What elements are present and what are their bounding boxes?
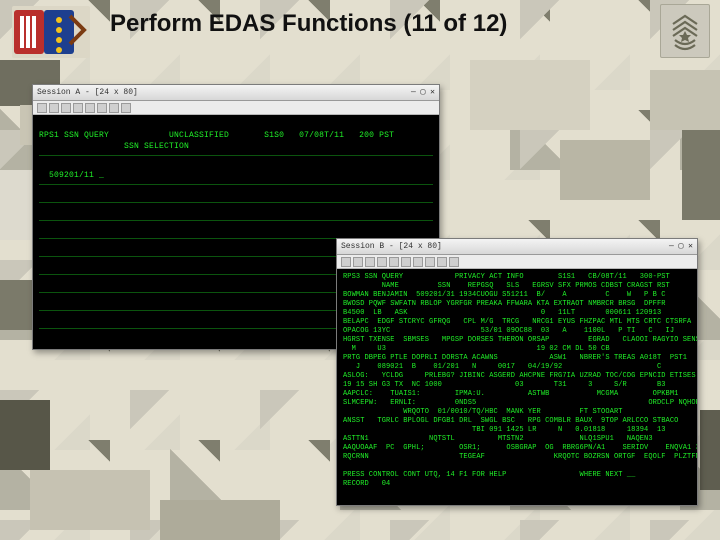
toolbar-icon[interactable] [341,257,351,267]
adjutant-general-crest [12,6,90,58]
toolbar-icon[interactable] [353,257,363,267]
toolbar-icon[interactable] [449,257,459,267]
toolbar-icon[interactable] [37,103,47,113]
toolbar-icon[interactable] [389,257,399,267]
toolbar-icon[interactable] [425,257,435,267]
window-controls[interactable]: — ▢ ✕ [669,239,693,254]
toolbar-icon[interactable] [413,257,423,267]
window-titlebar: Session B - [24 x 80] — ▢ ✕ [337,239,697,255]
t1-header-right: S1S0 07/08T/11 200 PST [264,131,394,140]
toolbar-icon[interactable] [401,257,411,267]
t1-header-left: RPS1 SSN QUERY [39,131,109,140]
toolbar-icon[interactable] [97,103,107,113]
toolbar[interactable] [33,101,439,115]
terminal-window-detail: Session B - [24 x 80] — ▢ ✕ RPS3 SSN QUE… [336,238,698,506]
toolbar-icon[interactable] [121,103,131,113]
window-title: Session B - [24 x 80] [341,239,442,254]
toolbar-icon[interactable] [49,103,59,113]
window-titlebar: Session A - [24 x 80] — ▢ ✕ [33,85,439,101]
t1-subheader: SSN SELECTION [124,142,189,151]
toolbar[interactable] [337,255,697,269]
toolbar-icon[interactable] [377,257,387,267]
t1-ssn-input[interactable]: 509201/11 _ [49,171,104,180]
terminal-screen: RPS3 SSN QUERY PRIVACY ACT INFO S1S1 CB/… [337,269,697,505]
toolbar-icon[interactable] [73,103,83,113]
rank-insignia [660,4,710,58]
t1-header-center: UNCLASSIFIED [169,131,229,140]
toolbar-icon[interactable] [61,103,71,113]
window-title: Session A - [24 x 80] [37,85,138,100]
toolbar-icon[interactable] [365,257,375,267]
slide-title: Perform EDAS Functions (11 of 12) [110,10,507,38]
toolbar-icon[interactable] [85,103,95,113]
window-controls[interactable]: — ▢ ✕ [411,85,435,100]
toolbar-icon[interactable] [437,257,447,267]
toolbar-icon[interactable] [109,103,119,113]
